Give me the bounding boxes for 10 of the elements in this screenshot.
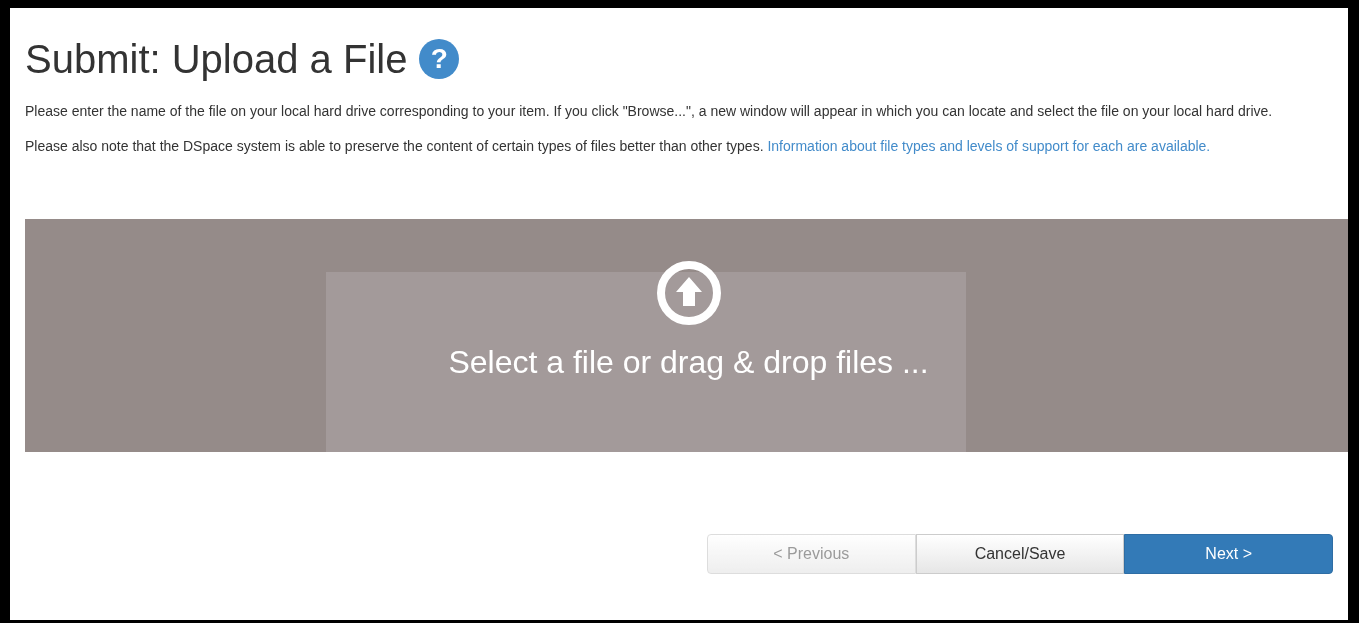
instruction-text: Please also note that the DSpace system is able to preserve the content of certain types of files better than other types. Information about file types and levels of support for each are available. <box>25 137 1212 156</box>
drop-zone[interactable]: Select a file or drag & drop files ... <box>25 219 1348 452</box>
instruction-text: Please enter the name of the file on your local hard drive corresponding to your item. If you click "Browse...", a new window will appear in which you can locate and select the file on your local hard drive. <box>25 102 1274 121</box>
upload-icon <box>655 260 722 326</box>
nav-button[interactable]: Cancel/Save <box>915 534 1125 574</box>
info-link[interactable]: Information about file types and levels of support for each are available. <box>767 138 1211 154</box>
page-title: Submit: Upload a File <box>25 39 408 79</box>
next-button[interactable]: Next > <box>1124 534 1333 574</box>
help-icon[interactable]: ? <box>419 39 460 79</box>
drop-label: Select a file or drag & drop files ... <box>448 346 929 378</box>
